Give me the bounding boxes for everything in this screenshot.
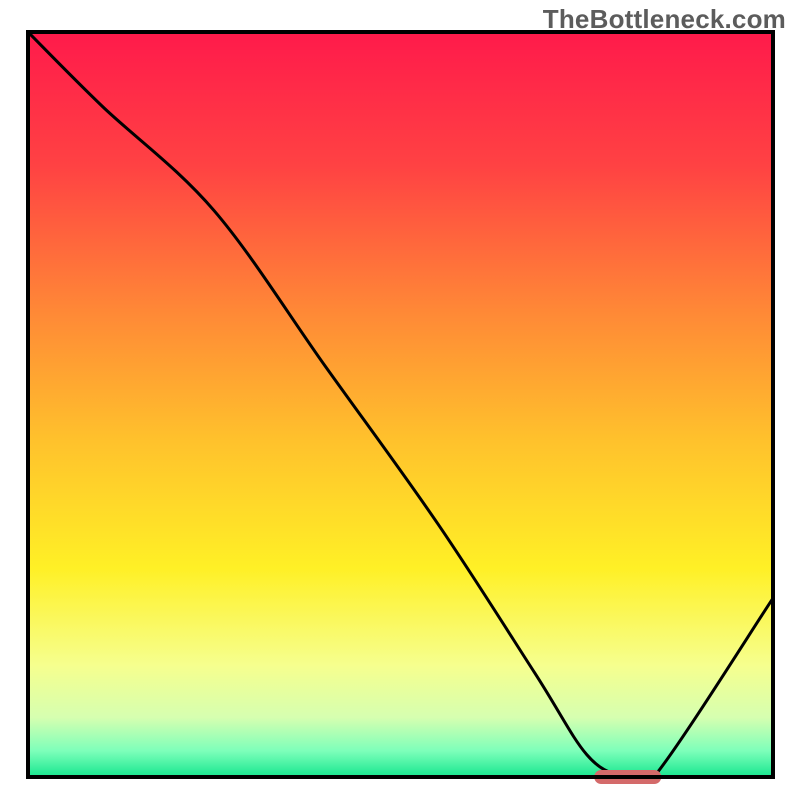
gradient-background — [28, 32, 773, 777]
chart-svg — [0, 0, 800, 800]
bottleneck-chart: TheBottleneck.com — [0, 0, 800, 800]
watermark-text: TheBottleneck.com — [543, 4, 786, 35]
